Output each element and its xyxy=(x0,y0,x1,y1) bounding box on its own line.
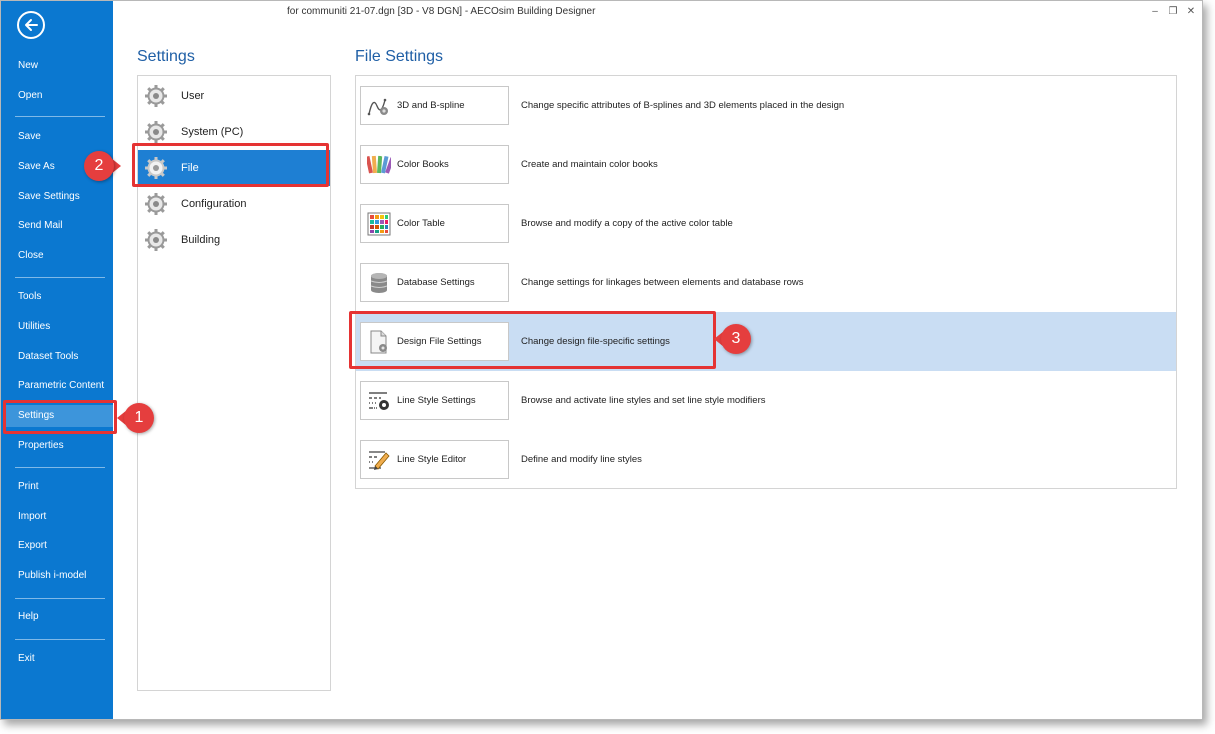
file-setting-row: Line Style Settings Browse and activate … xyxy=(356,371,1176,430)
sidebar-item-save[interactable]: Save xyxy=(1,126,113,148)
minimize-icon[interactable]: – xyxy=(1150,1,1160,23)
sidebar-item-publish-imodel[interactable]: Publish i-model xyxy=(1,565,113,587)
sidebar-item-send-mail[interactable]: Send Mail xyxy=(1,215,113,237)
color-table-icon xyxy=(367,212,391,236)
database-icon xyxy=(367,271,391,295)
restore-icon[interactable]: ❐ xyxy=(1168,1,1178,23)
sidebar-item-exit[interactable]: Exit xyxy=(1,648,113,670)
file-settings-panel: 3D and B-spline Change specific attribut… xyxy=(355,75,1177,489)
callout-1: 1 xyxy=(117,403,154,433)
category-label: System (PC) xyxy=(181,126,244,138)
sidebar-item-utilities[interactable]: Utilities xyxy=(1,316,113,338)
file-setting-row: Color Books Create and maintain color bo… xyxy=(356,135,1176,194)
gear-icon xyxy=(145,229,167,251)
callout-badge: 1 xyxy=(124,403,154,433)
window-controls: – ❐ ✕ xyxy=(1150,1,1196,23)
row-description: Browse and activate line styles and set … xyxy=(521,395,766,406)
sidebar-item-save-settings[interactable]: Save Settings xyxy=(1,186,113,208)
sidebar-item-close[interactable]: Close xyxy=(1,245,113,267)
backstage-sidebar: New Open Save Save As Save Settings Send… xyxy=(1,1,113,719)
title-bar: for communiti 21-07.dgn [3D - V8 DGN] - … xyxy=(113,1,1202,23)
category-label: Building xyxy=(181,234,221,246)
line-style-editor-button[interactable]: Line Style Editor xyxy=(360,440,509,479)
database-settings-button[interactable]: Database Settings xyxy=(360,263,509,302)
close-icon[interactable]: ✕ xyxy=(1186,1,1196,23)
file-setting-row: Line Style Editor Define and modify line… xyxy=(356,430,1176,489)
category-building[interactable]: Building xyxy=(138,222,330,258)
highlight-box-design-file-settings xyxy=(349,311,716,369)
row-description: Change settings for linkages between ele… xyxy=(521,277,804,288)
bspline-button[interactable]: 3D and B-spline xyxy=(360,86,509,125)
back-arrow-icon xyxy=(25,19,38,31)
sidebar-item-new[interactable]: New xyxy=(1,55,113,77)
category-configuration[interactable]: Configuration xyxy=(138,186,330,222)
file-setting-row: 3D and B-spline Change specific attribut… xyxy=(356,76,1176,135)
line-style-settings-icon xyxy=(367,389,391,413)
color-books-button[interactable]: Color Books xyxy=(360,145,509,184)
window-title: for communiti 21-07.dgn [3D - V8 DGN] - … xyxy=(287,6,596,17)
sidebar-divider xyxy=(15,639,105,640)
sidebar-item-properties[interactable]: Properties xyxy=(1,435,113,457)
gear-icon xyxy=(145,85,167,107)
row-description: Create and maintain color books xyxy=(521,159,658,170)
sidebar-divider xyxy=(15,277,105,278)
row-description: Browse and modify a copy of the active c… xyxy=(521,218,733,229)
row-description: Change specific attributes of B-splines … xyxy=(521,100,845,111)
button-label: Color Table xyxy=(397,218,445,229)
bspline-icon xyxy=(367,94,391,118)
file-setting-row: Color Table Browse and modify a copy of … xyxy=(356,194,1176,253)
sidebar-divider xyxy=(15,467,105,468)
file-settings-heading: File Settings xyxy=(355,48,444,65)
sidebar-item-tools[interactable]: Tools xyxy=(1,286,113,308)
highlight-box-settings xyxy=(3,400,117,434)
button-label: Color Books xyxy=(397,159,449,170)
settings-heading: Settings xyxy=(137,48,195,65)
sidebar-item-export[interactable]: Export xyxy=(1,535,113,557)
highlight-box-file xyxy=(132,143,329,187)
sidebar-divider xyxy=(15,598,105,599)
gear-icon xyxy=(145,121,167,143)
line-style-editor-icon xyxy=(367,448,391,472)
app-window: New Open Save Save As Save Settings Send… xyxy=(0,0,1203,720)
sidebar-divider xyxy=(15,116,105,117)
category-user[interactable]: User xyxy=(138,78,330,114)
back-button[interactable] xyxy=(17,11,45,39)
color-table-button[interactable]: Color Table xyxy=(360,204,509,243)
sidebar-item-open[interactable]: Open xyxy=(1,85,113,107)
category-label: Configuration xyxy=(181,198,247,210)
sidebar-item-help[interactable]: Help xyxy=(1,606,113,628)
file-setting-row: Database Settings Change settings for li… xyxy=(356,253,1176,312)
color-books-icon xyxy=(367,153,391,177)
button-label: Line Style Editor xyxy=(397,454,467,465)
sidebar-item-parametric-content[interactable]: Parametric Content xyxy=(1,375,113,397)
callout-badge: 3 xyxy=(721,324,751,354)
callout-3: 3 xyxy=(714,324,751,354)
gear-icon xyxy=(145,193,167,215)
sidebar-item-print[interactable]: Print xyxy=(1,476,113,498)
row-description: Define and modify line styles xyxy=(521,454,642,465)
line-style-settings-button[interactable]: Line Style Settings xyxy=(360,381,509,420)
button-label: Database Settings xyxy=(397,277,475,288)
button-label: Line Style Settings xyxy=(397,395,476,406)
category-label: User xyxy=(181,90,205,102)
callout-badge: 2 xyxy=(84,151,114,181)
button-label: 3D and B-spline xyxy=(397,100,465,111)
sidebar-item-dataset-tools[interactable]: Dataset Tools xyxy=(1,346,113,368)
sidebar-item-import[interactable]: Import xyxy=(1,506,113,528)
callout-2: 2 xyxy=(84,151,121,181)
